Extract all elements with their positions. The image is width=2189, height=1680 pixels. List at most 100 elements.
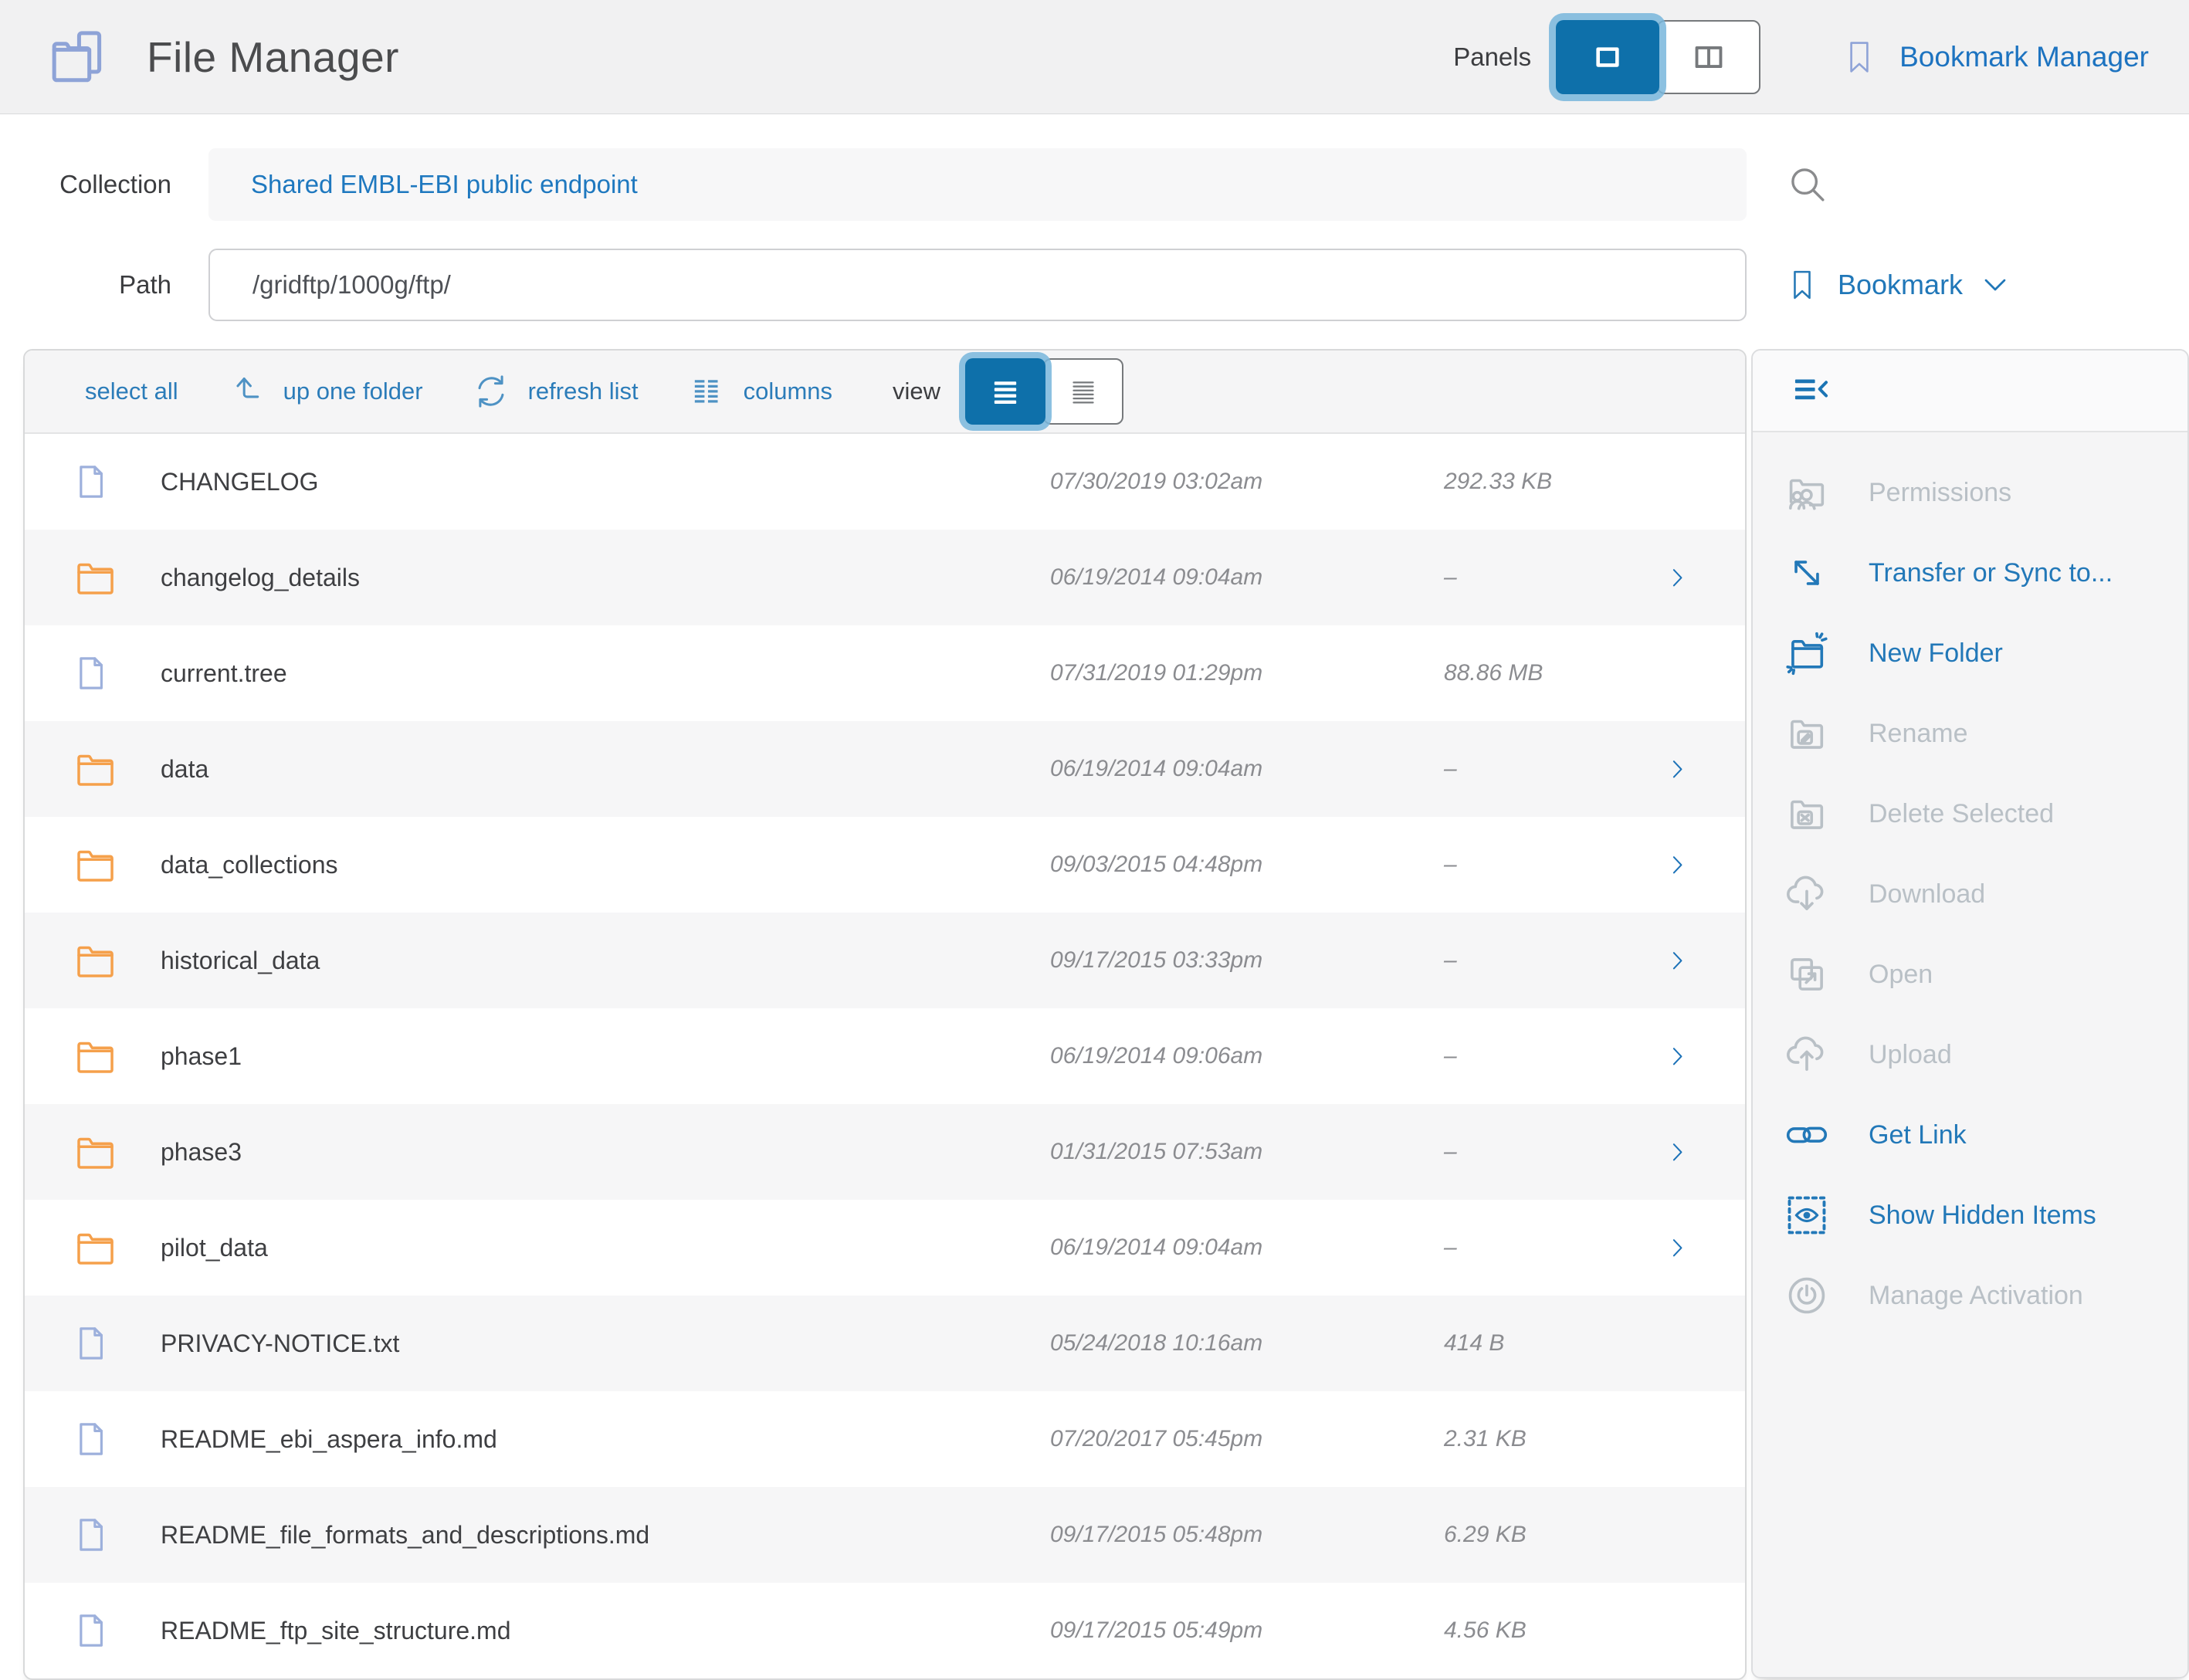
file-row[interactable]: README_ftp_site_structure.md 09/17/2015 … [25,1583,1745,1678]
file-date: 07/31/2019 01:29pm [1004,660,1359,686]
collection-input[interactable]: Shared EMBL-EBI public endpoint [208,148,1747,221]
search-button[interactable] [1785,162,1830,207]
file-row[interactable]: current.tree 07/31/2019 01:29pm 88.86 MB [25,625,1745,721]
dual-panel-icon [1686,35,1731,80]
file-date: 09/17/2015 03:33pm [1004,947,1359,974]
file-name: README_ebi_aspera_info.md [161,1425,1004,1454]
file-icon [69,1510,161,1560]
sidebar-item-new-folder[interactable]: New Folder [1753,613,2187,693]
chevron-right-icon[interactable] [1629,1133,1689,1170]
columns-icon [686,371,727,412]
sidebar-item-manage-activation: Manage Activation [1753,1255,2187,1336]
file-list: CHANGELOG 07/30/2019 03:02am 292.33 KB c… [25,434,1745,1678]
sidebar-item-label: Manage Activation [1869,1281,2083,1311]
bookmark-ribbon-icon [1841,32,1878,83]
file-icon [69,1319,161,1368]
file-row[interactable]: phase1 06/19/2014 09:06am – [25,1008,1745,1104]
header-right: Panels Bookmark Manager [1453,20,2149,94]
file-date: 01/31/2015 07:53am [1004,1139,1359,1165]
file-icon [69,1606,161,1655]
page-title: File Manager [147,32,399,82]
manage-activation-icon [1774,1272,1839,1319]
file-name: phase3 [161,1138,1004,1167]
file-row[interactable]: README_file_formats_and_descriptions.md … [25,1487,1745,1583]
file-date: 05/24/2018 10:16am [1004,1330,1359,1357]
chevron-right-icon[interactable] [1629,1038,1689,1075]
single-panel-button[interactable] [1556,20,1659,94]
header-left: File Manager [45,24,1453,90]
compact-view-icon [1064,372,1103,411]
file-size: – [1359,756,1629,782]
bookmark-label: Bookmark [1838,269,1963,301]
folder-icon [69,1129,161,1175]
transfer-icon [1774,549,1839,597]
collapse-panel-icon [1784,369,1838,412]
chevron-right-icon[interactable] [1629,942,1689,979]
file-date: 06/19/2014 09:06am [1004,1043,1359,1069]
open-icon [1774,950,1839,998]
list-view-button[interactable] [965,358,1045,425]
bookmark-icon [1785,261,1819,309]
file-icon [69,457,161,506]
sidebar-item-label: Upload [1869,1040,1952,1070]
permissions-icon [1774,469,1839,517]
view-toggle [965,358,1123,425]
file-row[interactable]: phase3 01/31/2015 07:53am – [25,1104,1745,1200]
address-section: Collection Shared EMBL-EBI public endpoi… [0,114,2189,321]
file-name: PRIVACY-NOTICE.txt [161,1329,1004,1358]
sidebar-item-label: Get Link [1869,1120,1967,1150]
file-date: 06/19/2014 09:04am [1004,756,1359,782]
columns-button[interactable]: columns [686,371,832,412]
file-name: historical_data [161,947,1004,975]
file-date: 06/19/2014 09:04am [1004,1235,1359,1261]
collapse-sidebar-button[interactable] [1784,369,1838,412]
sidebar-top [1753,351,2187,432]
file-name: README_ftp_site_structure.md [161,1617,1004,1645]
upload-icon [1774,1031,1839,1079]
file-date: 09/17/2015 05:48pm [1004,1522,1359,1548]
list-toolbar: select all up one folder refresh list co… [25,351,1745,434]
sidebar-item-transfer-or-sync-to[interactable]: Transfer or Sync to... [1753,533,2187,613]
file-row[interactable]: changelog_details 06/19/2014 09:04am – [25,530,1745,625]
path-input[interactable]: /gridftp/1000g/ftp/ [208,249,1747,321]
file-row[interactable]: historical_data 09/17/2015 03:33pm – [25,913,1745,1008]
chevron-right-icon[interactable] [1629,846,1689,883]
file-name: pilot_data [161,1234,1004,1262]
select-all-button[interactable]: select all [85,378,178,405]
view-label: view [893,378,940,405]
sidebar-item-open: Open [1753,934,2187,1014]
app-header: File Manager Panels Bookmark Manager [0,0,2189,114]
file-name: current.tree [161,659,1004,688]
refresh-icon [471,371,511,412]
file-size: – [1359,1043,1629,1069]
view-group: view [893,358,1123,425]
file-row[interactable]: CHANGELOG 07/30/2019 03:02am 292.33 KB [25,434,1745,530]
sidebar-item-label: Open [1869,960,1933,990]
chevron-right-icon[interactable] [1629,1229,1689,1266]
folder-icon [69,1033,161,1079]
chevron-right-icon[interactable] [1629,750,1689,788]
file-date: 07/20/2017 05:45pm [1004,1426,1359,1452]
file-row[interactable]: data 06/19/2014 09:04am – [25,721,1745,817]
sidebar-item-download: Download [1753,854,2187,934]
sidebar-item-delete-selected: Delete Selected [1753,774,2187,854]
chevron-right-icon[interactable] [1629,559,1689,596]
sidebar-item-show-hidden-items[interactable]: Show Hidden Items [1753,1175,2187,1255]
file-row[interactable]: README_ebi_aspera_info.md 07/20/2017 05:… [25,1391,1745,1487]
file-row[interactable]: pilot_data 06/19/2014 09:04am – [25,1200,1745,1296]
sidebar-item-get-link[interactable]: Get Link [1753,1095,2187,1175]
folder-icon [69,1224,161,1271]
file-row[interactable]: PRIVACY-NOTICE.txt 05/24/2018 10:16am 41… [25,1296,1745,1391]
path-label: Path [0,270,171,300]
compact-view-button[interactable] [1043,358,1123,425]
folder-icon [69,937,161,984]
dual-panel-button[interactable] [1657,20,1760,94]
file-row[interactable]: data_collections 09/03/2015 04:48pm – [25,817,1745,913]
sidebar-menu: Permissions Transfer or Sync to... New F… [1753,432,2187,1336]
sidebar-item-rename: Rename [1753,693,2187,774]
bookmark-manager-link[interactable]: Bookmark Manager [1841,32,2149,83]
refresh-list-button[interactable]: refresh list [471,371,639,412]
actions-sidebar: Permissions Transfer or Sync to... New F… [1751,349,2189,1678]
up-one-folder-button[interactable]: up one folder [226,371,423,412]
bookmark-button[interactable]: Bookmark [1785,261,2009,309]
